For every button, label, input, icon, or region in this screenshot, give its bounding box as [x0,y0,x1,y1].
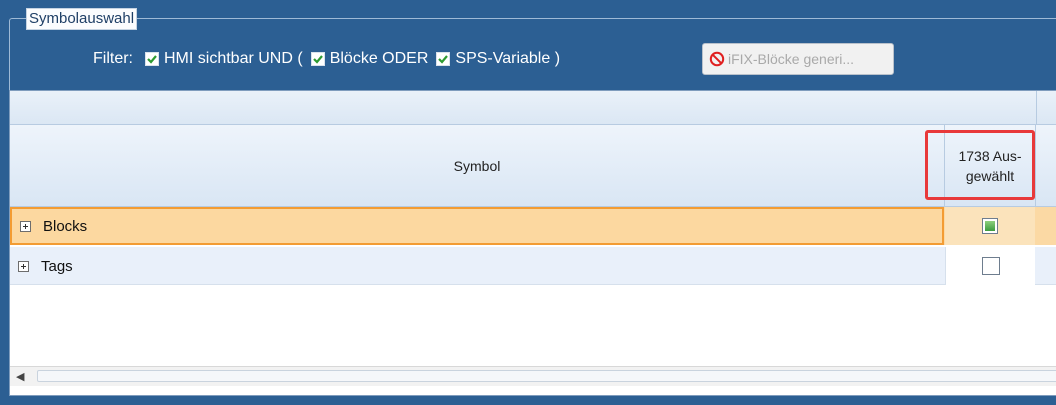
generate-ifix-blocks-button[interactable]: iFIX-Blöcke generi... [702,43,894,75]
highlight-annotation [925,130,1035,200]
tree-row-blocks[interactable]: Blocks [10,207,1056,245]
checkmark-icon [312,55,323,64]
tags-select-checkbox[interactable] [981,257,1000,275]
group-title: Symbolauswahl [26,8,138,30]
expand-icon[interactable] [20,220,31,232]
prohibited-icon [709,51,725,67]
tree-row-label: Tags [41,257,73,275]
group-header-row [10,91,1056,125]
hmi-visible-label: HMI sichtbar UND ( [164,50,303,67]
column-header-row: Symbol 1738 Aus- gewählt [10,125,1056,207]
blocks-checkbox[interactable] [310,52,325,66]
blocks-label: Blöcke ODER [329,50,429,67]
hmi-visible-checkbox[interactable] [145,52,159,66]
symbol-grid: Symbol 1738 Aus- gewählt Blocks Tags ◀ [9,90,1056,396]
plc-variable-checkbox[interactable] [436,52,451,66]
generate-button-label: iFIX-Blöcke generi... [728,51,855,67]
scroll-thumb[interactable] [37,370,1056,382]
checkmark-icon [438,55,449,64]
scroll-left-icon[interactable]: ◀ [16,370,24,383]
filter-bar: Filter: HMI sichtbar UND ( Blöcke ODER S… [93,44,568,74]
checkmark-icon [147,55,157,64]
horizontal-scrollbar[interactable]: ◀ [10,366,1056,386]
column-header-symbol[interactable]: Symbol [10,125,945,206]
filter-label: Filter: [93,50,133,67]
tree-row-tags[interactable]: Tags [10,247,1056,285]
blocks-select-checkbox[interactable] [982,218,998,234]
partial-check-icon [985,221,995,231]
expand-icon[interactable] [18,260,29,272]
plc-variable-label: SPS-Variable ) [455,50,561,67]
tree-row-label: Blocks [43,217,88,235]
